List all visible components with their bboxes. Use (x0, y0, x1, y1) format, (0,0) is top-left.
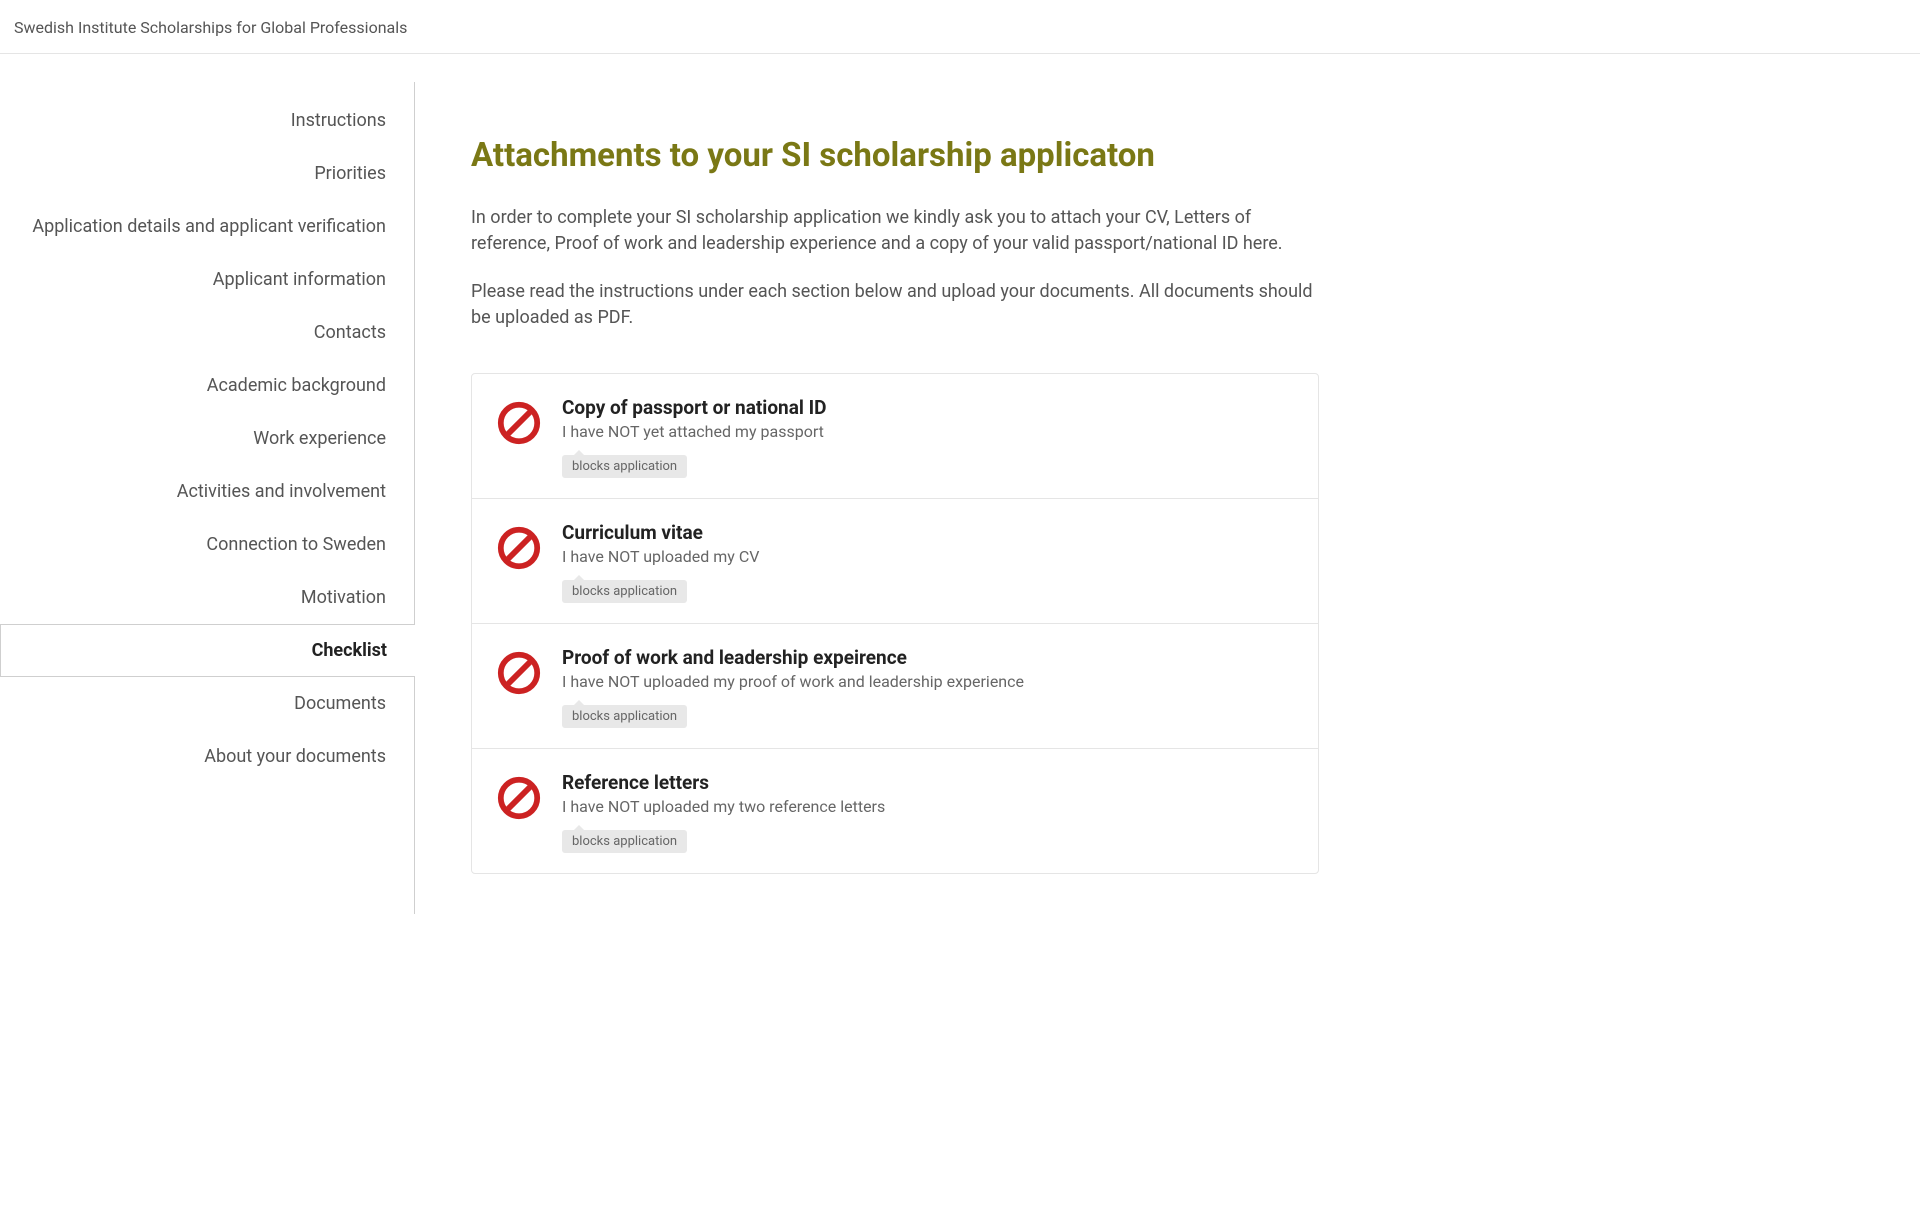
checklist-item-subtitle: I have NOT yet attached my passport (562, 422, 827, 441)
intro-paragraph-1: In order to complete your SI scholarship… (471, 205, 1319, 257)
sidebar-item-checklist[interactable]: Checklist (0, 624, 415, 677)
sidebar-item-academic-background[interactable]: Academic background (0, 359, 414, 412)
sidebar-item-label: Motivation (301, 587, 386, 608)
sidebar-item-motivation[interactable]: Motivation (0, 571, 414, 624)
sidebar-item-work-experience[interactable]: Work experience (0, 412, 414, 465)
sidebar-item-application-details-and-applicant-verification[interactable]: Application details and applicant verifi… (0, 200, 414, 253)
sidebar-item-label: Application details and applicant verifi… (32, 216, 386, 237)
checklist-item-body: Copy of passport or national ID I have NO… (562, 396, 827, 478)
checklist-item-subtitle: I have NOT uploaded my proof of work and… (562, 672, 1024, 691)
checklist-icon-col (496, 521, 562, 575)
sidebar: Instructions Priorities Application detail… (0, 82, 415, 914)
intro-paragraph-2: Please read the instructions under each … (471, 279, 1319, 331)
sidebar-item-label: Work experience (253, 428, 386, 449)
sidebar-item-applicant-information[interactable]: Applicant information (0, 253, 414, 306)
block-icon (496, 400, 542, 446)
checklist-item[interactable]: Curriculum vitae I have NOT uploaded my C… (472, 499, 1318, 624)
checklist-item[interactable]: Proof of work and leadership expeirence I… (472, 624, 1318, 749)
app-title: Swedish Institute Scholarships for Globa… (14, 18, 407, 37)
sidebar-item-label: Priorities (314, 163, 386, 184)
checklist-item-subtitle: I have NOT uploaded my CV (562, 547, 759, 566)
sidebar-item-label: Instructions (291, 110, 386, 131)
page-header: Swedish Institute Scholarships for Globa… (0, 0, 1920, 54)
sidebar-item-connection-to-sweden[interactable]: Connection to Sweden (0, 518, 414, 571)
status-badge: blocks application (562, 705, 687, 728)
sidebar-item-label: Documents (294, 693, 386, 714)
page-title: Attachments to your SI scholarship appli… (471, 136, 1319, 175)
checklist-icon-col (496, 396, 562, 450)
block-icon (496, 525, 542, 571)
checklist-item-subtitle: I have NOT uploaded my two reference let… (562, 797, 885, 816)
sidebar-item-label: Academic background (207, 375, 386, 396)
nav-list: Instructions Priorities Application detail… (0, 94, 414, 783)
checklist-icon-col (496, 771, 562, 825)
checklist-item[interactable]: Copy of passport or national ID I have NO… (472, 374, 1318, 499)
sidebar-item-instructions[interactable]: Instructions (0, 94, 414, 147)
sidebar-item-priorities[interactable]: Priorities (0, 147, 414, 200)
checklist-item[interactable]: Reference letters I have NOT uploaded my … (472, 749, 1318, 873)
sidebar-item-label: Connection to Sweden (206, 534, 386, 555)
status-badge: blocks application (562, 580, 687, 603)
sidebar-item-activities-and-involvement[interactable]: Activities and involvement (0, 465, 414, 518)
block-icon (496, 650, 542, 696)
checklist-item-body: Reference letters I have NOT uploaded my … (562, 771, 885, 853)
checklist-item-title: Reference letters (562, 771, 885, 794)
sidebar-item-label: Activities and involvement (177, 481, 386, 502)
checklist: Copy of passport or national ID I have NO… (471, 373, 1319, 874)
sidebar-item-about-your-documents[interactable]: About your documents (0, 730, 414, 783)
checklist-item-title: Curriculum vitae (562, 521, 759, 544)
sidebar-item-label: About your documents (204, 746, 386, 767)
intro-text: In order to complete your SI scholarship… (471, 205, 1319, 331)
checklist-item-title: Proof of work and leadership expeirence (562, 646, 1024, 669)
status-badge: blocks application (562, 830, 687, 853)
block-icon (496, 775, 542, 821)
status-badge: blocks application (562, 455, 687, 478)
sidebar-item-label: Checklist (312, 640, 387, 661)
checklist-item-title: Copy of passport or national ID (562, 396, 827, 419)
sidebar-item-contacts[interactable]: Contacts (0, 306, 414, 359)
sidebar-item-documents[interactable]: Documents (0, 677, 414, 730)
main-content: Attachments to your SI scholarship appli… (415, 82, 1375, 914)
layout: Instructions Priorities Application detail… (0, 54, 1920, 914)
sidebar-item-label: Contacts (314, 322, 386, 343)
sidebar-item-label: Applicant information (213, 269, 386, 290)
checklist-icon-col (496, 646, 562, 700)
checklist-item-body: Curriculum vitae I have NOT uploaded my C… (562, 521, 759, 603)
checklist-item-body: Proof of work and leadership expeirence I… (562, 646, 1024, 728)
